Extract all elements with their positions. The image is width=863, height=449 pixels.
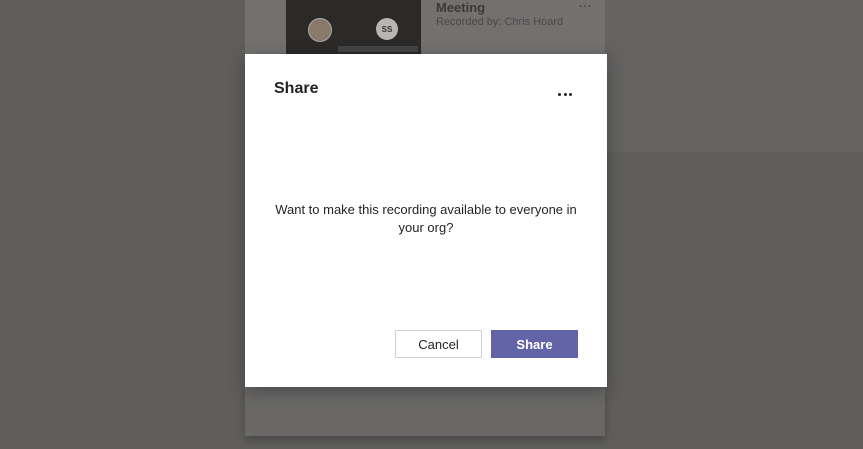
background-more-icon: …: [578, 0, 593, 10]
more-options-icon[interactable]: [553, 86, 577, 102]
share-button[interactable]: Share: [491, 330, 578, 358]
dialog-title: Share: [274, 80, 319, 97]
background-card-footer: [245, 386, 605, 436]
recording-thumbnail: SS: [286, 0, 421, 54]
thumbnail-bar: [338, 46, 418, 52]
share-dialog: Share Want to make this recording availa…: [245, 54, 607, 387]
dot: [563, 92, 567, 96]
avatar: [308, 18, 332, 42]
cancel-button[interactable]: Cancel: [395, 330, 482, 358]
dialog-message: Want to make this recording available to…: [275, 202, 577, 235]
dot: [558, 92, 562, 96]
avatar-initials: SS: [376, 18, 398, 40]
background-panel: [605, 0, 863, 152]
dot: [568, 92, 572, 96]
meeting-title: Meeting: [436, 0, 486, 15]
recorded-by-label: Recorded by: Chris Hoard: [436, 16, 564, 28]
